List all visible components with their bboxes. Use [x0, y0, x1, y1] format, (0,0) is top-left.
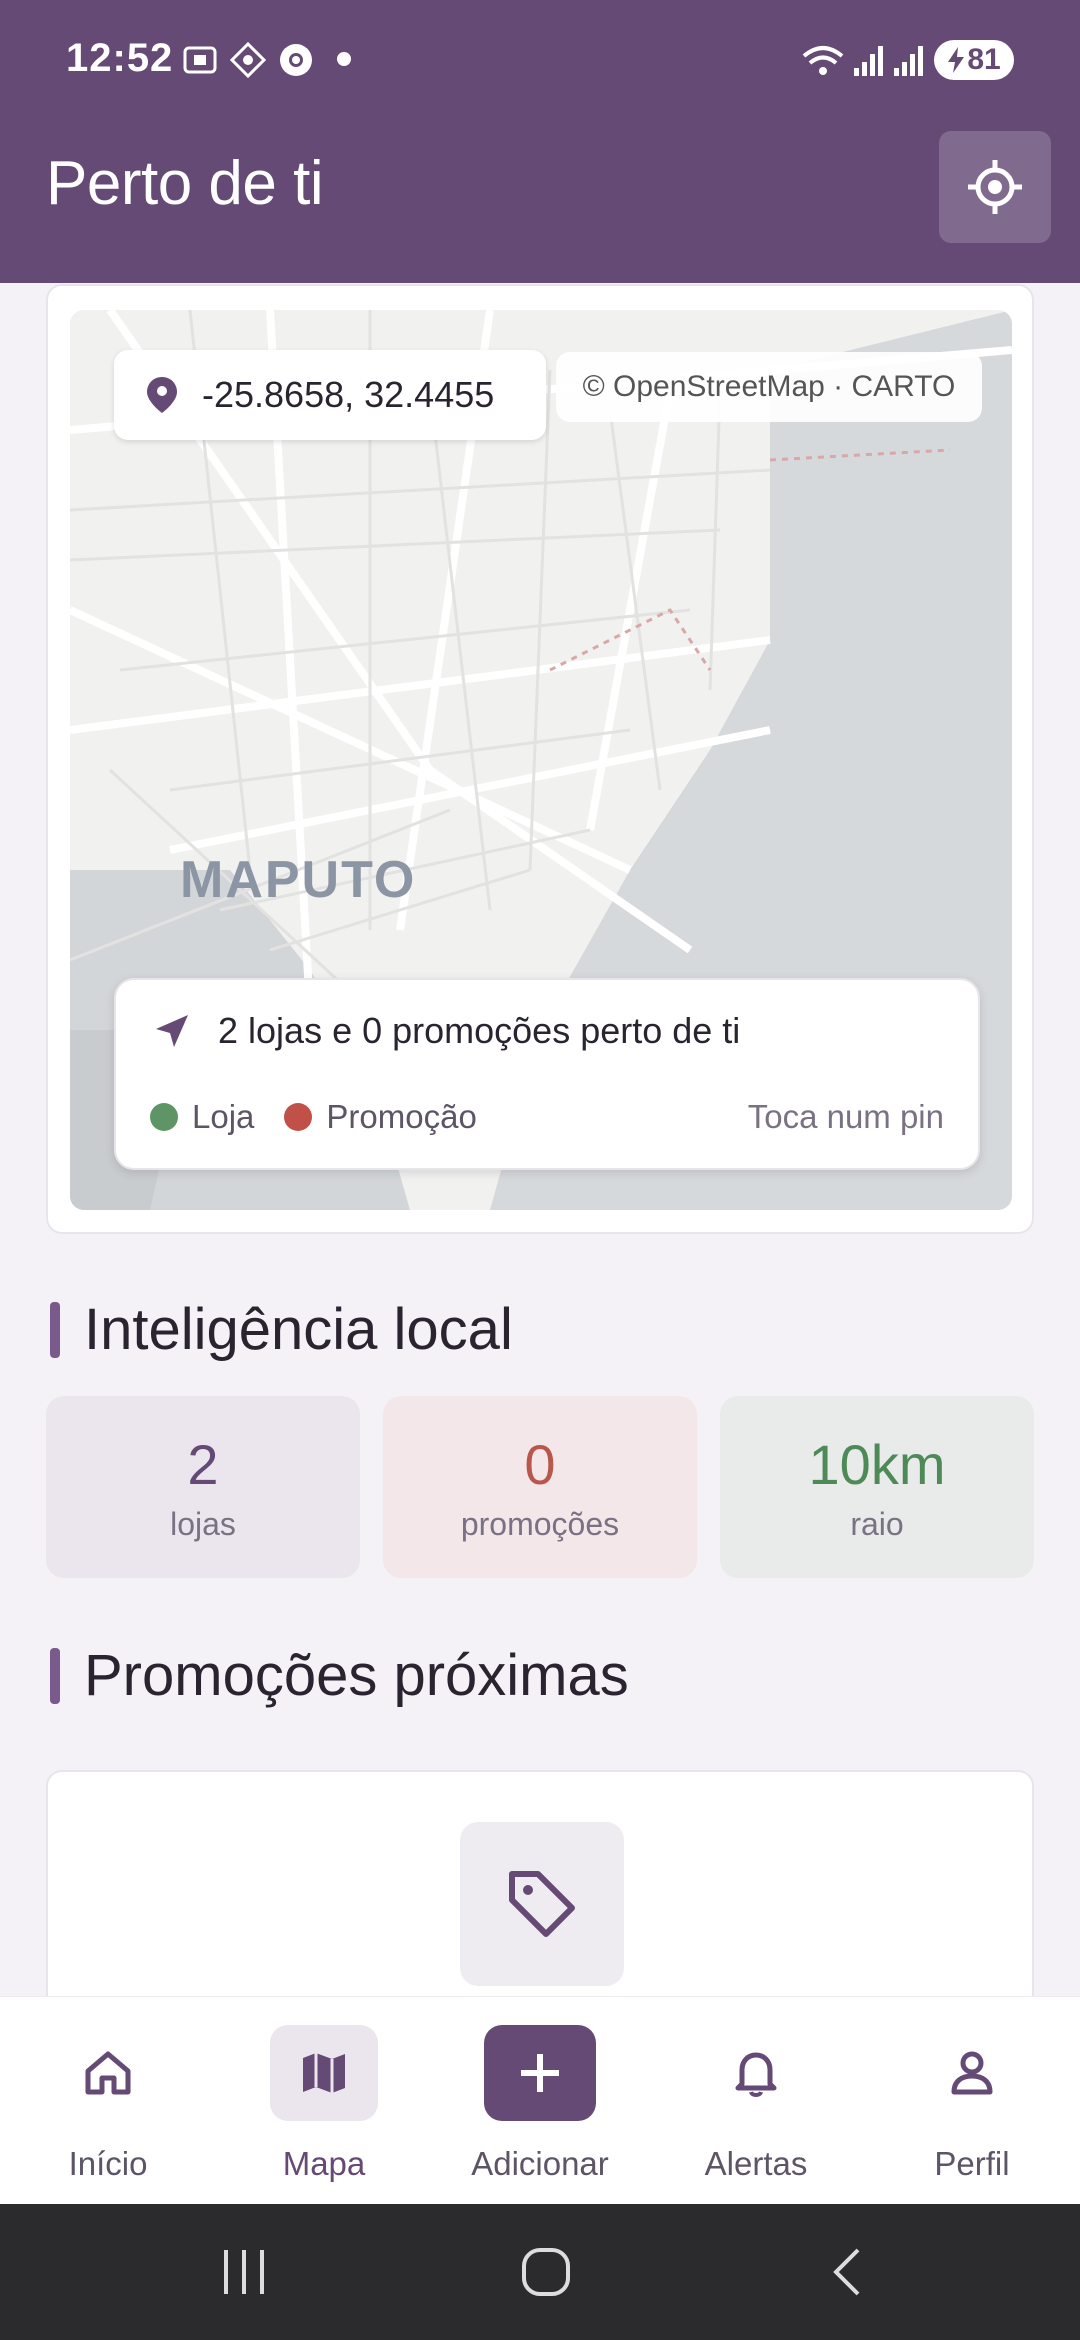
- local-intel-title: Inteligência local: [50, 1296, 513, 1363]
- nav-item-alertas[interactable]: Alertas: [656, 2025, 856, 2195]
- battery-level: 81: [967, 43, 1001, 76]
- stat-lojas: 2 lojas: [46, 1396, 360, 1578]
- nav-icon-wrap: [54, 2025, 162, 2121]
- home-icon: [85, 2051, 131, 2095]
- map-hint: Toca num pin: [747, 1098, 944, 1135]
- bottom-nav: Início Mapa Adicionar Alertas Perfil: [0, 1996, 1080, 2204]
- map-legend: Loja Promoção: [150, 1098, 507, 1136]
- wifi-icon: [802, 46, 844, 75]
- legend-label-loja: Loja: [192, 1098, 255, 1135]
- tag-icon-box: [460, 1822, 624, 1986]
- nav-item-inicio[interactable]: Início: [8, 2025, 208, 2195]
- section-accent-bar: [50, 1647, 60, 1704]
- nav-item-adicionar[interactable]: Adicionar: [440, 2025, 640, 2195]
- map-icon: [303, 2053, 345, 2093]
- notification-dot: [337, 52, 351, 66]
- coordinates-text: -25.8658, 32.4455: [202, 374, 495, 415]
- local-intel-title-text: Inteligência local: [84, 1297, 513, 1362]
- navigation-arrow-icon: [156, 1015, 188, 1047]
- signal-icon: [854, 46, 883, 76]
- map-summary: 2 lojas e 0 promoções perto de ti: [218, 1010, 741, 1051]
- map-attribution[interactable]: © OpenStreetMap · CARTO: [556, 352, 982, 422]
- stat-raio-label: raio: [850, 1506, 904, 1542]
- status-time: 12:52: [66, 36, 174, 80]
- app-header: 12:52 81 Perto de ti: [0, 0, 1080, 283]
- map-city-label: MAPUTO: [180, 851, 417, 909]
- nav-icon-wrap-active: [270, 2025, 378, 2121]
- stat-raio: 10km raio: [720, 1396, 1034, 1578]
- app-icon: [229, 41, 267, 79]
- nav-label-mapa: Mapa: [282, 2145, 366, 2182]
- section-accent-bar: [50, 1301, 60, 1358]
- map-view[interactable]: -25.8658, 32.4455 © OpenStreetMap · CART…: [70, 310, 1012, 1210]
- stat-promocoes: 0 promoções: [383, 1396, 697, 1578]
- legend-dot-promocao: [284, 1103, 313, 1131]
- bell-icon: [735, 2052, 777, 2097]
- legend-dot-loja: [150, 1103, 178, 1131]
- legend-item-promocao: Promoção: [284, 1098, 477, 1136]
- status-bar: 12:52 81: [0, 0, 1080, 120]
- location-pin-icon: [147, 377, 177, 413]
- add-button: [484, 2025, 596, 2121]
- legend-label-promocao: Promoção: [326, 1098, 477, 1135]
- nav-item-mapa[interactable]: Mapa: [224, 2025, 424, 2195]
- nav-item-perfil[interactable]: Perfil: [872, 2025, 1072, 2195]
- nav-icon-wrap: [918, 2025, 1026, 2121]
- map-card: -25.8658, 32.4455 © OpenStreetMap · CART…: [46, 284, 1034, 1234]
- crosshair-icon: [968, 160, 1022, 214]
- legend-item-loja: Loja: [150, 1098, 254, 1136]
- nav-label-perfil: Perfil: [934, 2145, 1010, 2182]
- nearby-promos-title: Promoções próximas: [50, 1642, 629, 1709]
- locate-button[interactable]: [939, 131, 1051, 243]
- stat-lojas-value: 2: [187, 1433, 219, 1496]
- stat-lojas-label: lojas: [170, 1506, 236, 1542]
- user-icon: [951, 2051, 993, 2095]
- coordinates-chip: -25.8658, 32.4455: [114, 350, 546, 440]
- home-nav-icon[interactable]: [518, 2244, 574, 2300]
- chrome-icon: [280, 44, 312, 76]
- signal-icon: [894, 46, 923, 76]
- nav-label-inicio: Início: [68, 2145, 148, 2182]
- screenshot-icon: [183, 46, 217, 74]
- nav-icon-wrap: [702, 2025, 810, 2121]
- plus-icon: [521, 2054, 559, 2092]
- stat-promocoes-value: 0: [524, 1433, 556, 1496]
- battery-indicator: 81: [934, 40, 1014, 80]
- charging-icon: [948, 47, 965, 73]
- stat-promocoes-label: promoções: [460, 1506, 620, 1542]
- nearby-promos-title-text: Promoções próximas: [84, 1643, 629, 1708]
- tag-icon: [509, 1871, 575, 1937]
- nav-label-alertas: Alertas: [704, 2145, 808, 2182]
- nav-label-adicionar: Adicionar: [471, 2145, 609, 2182]
- back-icon[interactable]: [826, 2244, 866, 2300]
- stat-raio-value: 10km: [808, 1433, 946, 1496]
- page-title: Perto de ti: [46, 149, 324, 218]
- recent-apps-icon[interactable]: [220, 2244, 270, 2300]
- map-info-panel: 2 lojas e 0 promoções perto de ti Loja P…: [114, 978, 980, 1170]
- system-nav-bar: [0, 2204, 1080, 2340]
